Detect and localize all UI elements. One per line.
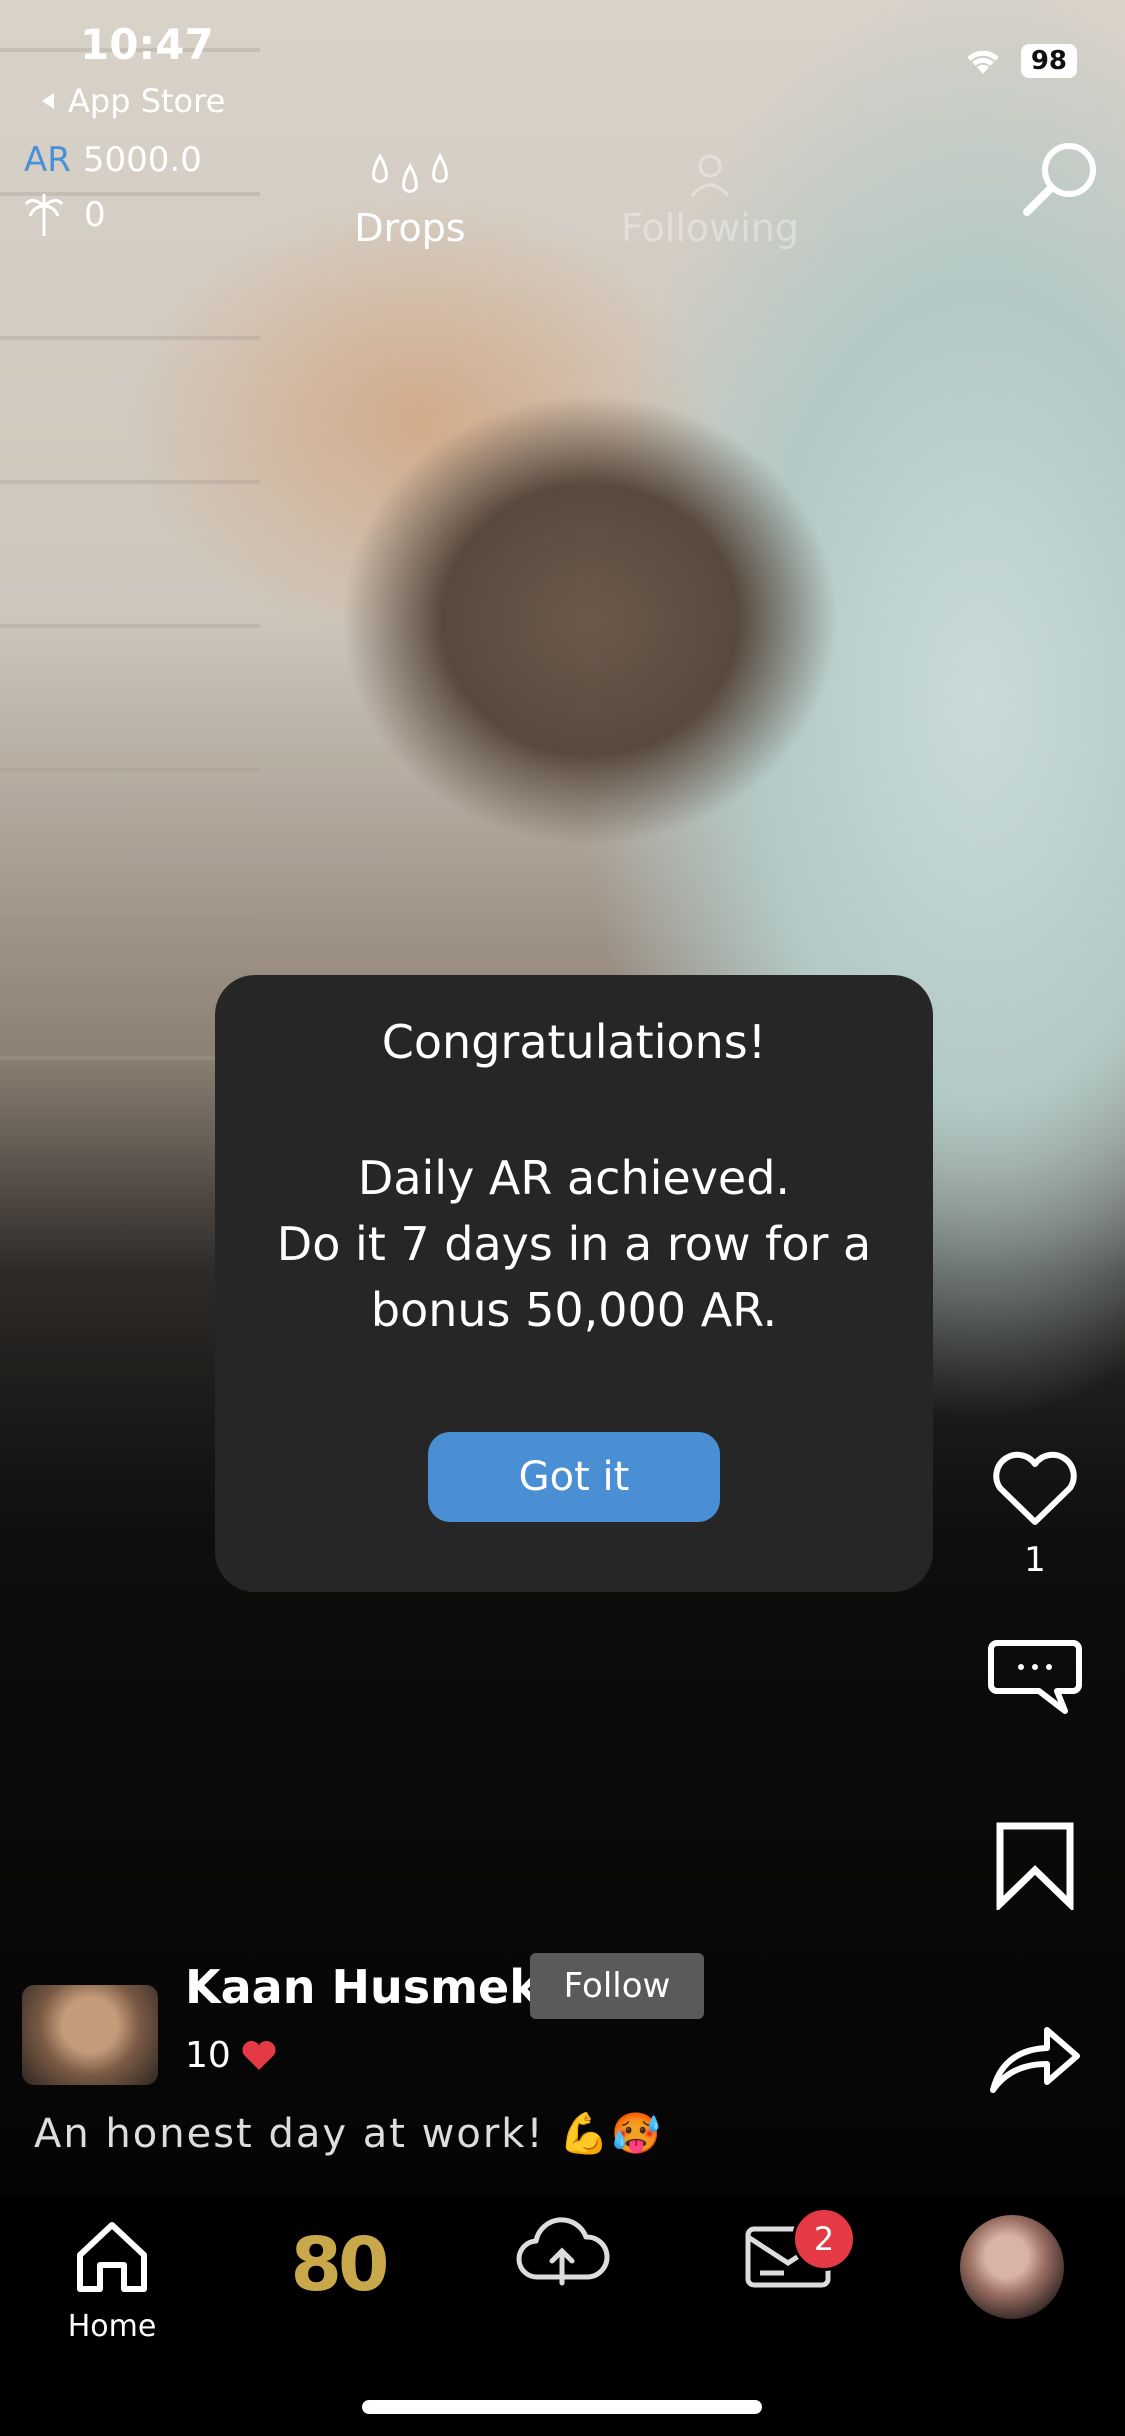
palm-tree-icon: [24, 194, 64, 236]
nav-inbox[interactable]: 2: [708, 2207, 868, 2299]
back-triangle-icon: [42, 93, 54, 109]
tab-drops[interactable]: Drops: [350, 150, 470, 250]
got-it-button[interactable]: Got it: [428, 1432, 720, 1522]
inbox-badge: 2: [792, 2207, 856, 2271]
profile-avatar: [960, 2215, 1064, 2319]
tab-drops-label: Drops: [354, 206, 466, 250]
like-button[interactable]: 1: [985, 1450, 1085, 1580]
home-indicator[interactable]: [362, 2400, 762, 2414]
battery-indicator: 98: [1020, 44, 1077, 78]
creator-name[interactable]: Kaan Husmek: [185, 1960, 540, 2014]
palm-balance: 0: [24, 192, 106, 238]
congratulations-dialog: Congratulations! Daily AR achieved. Do i…: [215, 975, 933, 1592]
ar-label: AR: [24, 140, 71, 180]
back-to-app-store[interactable]: App Store: [36, 82, 225, 120]
following-icon: [690, 154, 730, 197]
search-icon: [1023, 143, 1096, 216]
comment-icon: [988, 1640, 1082, 1714]
wifi-icon: [967, 50, 999, 74]
nav-80[interactable]: 80: [258, 2215, 418, 2315]
tab-following[interactable]: Following: [610, 150, 810, 250]
search-button[interactable]: [1017, 138, 1103, 224]
bookmark-button[interactable]: [985, 1820, 1085, 1914]
ar-value: 5000.0: [82, 140, 202, 180]
creator-hearts: 10: [185, 2035, 277, 2076]
creator-hearts-value: 10: [185, 2035, 231, 2076]
share-button[interactable]: [985, 2020, 1085, 2100]
palm-value: 0: [84, 195, 106, 235]
cloud-upload-icon: [516, 2217, 610, 2286]
like-count: 1: [1024, 1540, 1046, 1580]
drops-icon: [372, 152, 448, 193]
nav-profile[interactable]: [932, 2215, 1092, 2319]
nav-home-label: Home: [67, 2309, 157, 2344]
dialog-line-2: Do it 7 days in a row for a: [276, 1217, 872, 1271]
tab-following-label: Following: [621, 206, 799, 250]
status-icons: 98: [963, 44, 1077, 78]
dialog-line-3: bonus 50,000 AR.: [370, 1283, 778, 1337]
nav-upload[interactable]: [482, 2215, 642, 2299]
status-time: 10:47: [80, 20, 214, 69]
share-icon: [990, 2027, 1080, 2093]
dialog-line-1: Daily AR achieved.: [357, 1151, 791, 1205]
eighty-logo: 80: [290, 2222, 390, 2308]
screen: 10:47 App Store 98 AR 5000.0 0 Drops Fol…: [0, 0, 1125, 2436]
dialog-message: Daily AR achieved. Do it 7 days in a row…: [255, 1145, 893, 1343]
comment-button[interactable]: [985, 1635, 1085, 1721]
ar-balance: AR 5000.0: [24, 140, 202, 180]
red-heart-icon: [242, 2040, 276, 2070]
heart-icon: [993, 1451, 1077, 1525]
follow-button[interactable]: Follow: [530, 1953, 704, 2019]
video-caption: An honest day at work! 💪🥵: [34, 2111, 663, 2157]
dialog-title: Congratulations!: [381, 1015, 767, 1069]
nav-home[interactable]: Home: [32, 2215, 192, 2344]
home-icon: [77, 2222, 147, 2292]
creator-avatar[interactable]: [22, 1985, 158, 2085]
back-label: App Store: [68, 82, 226, 120]
bookmark-icon: [996, 1822, 1074, 1913]
